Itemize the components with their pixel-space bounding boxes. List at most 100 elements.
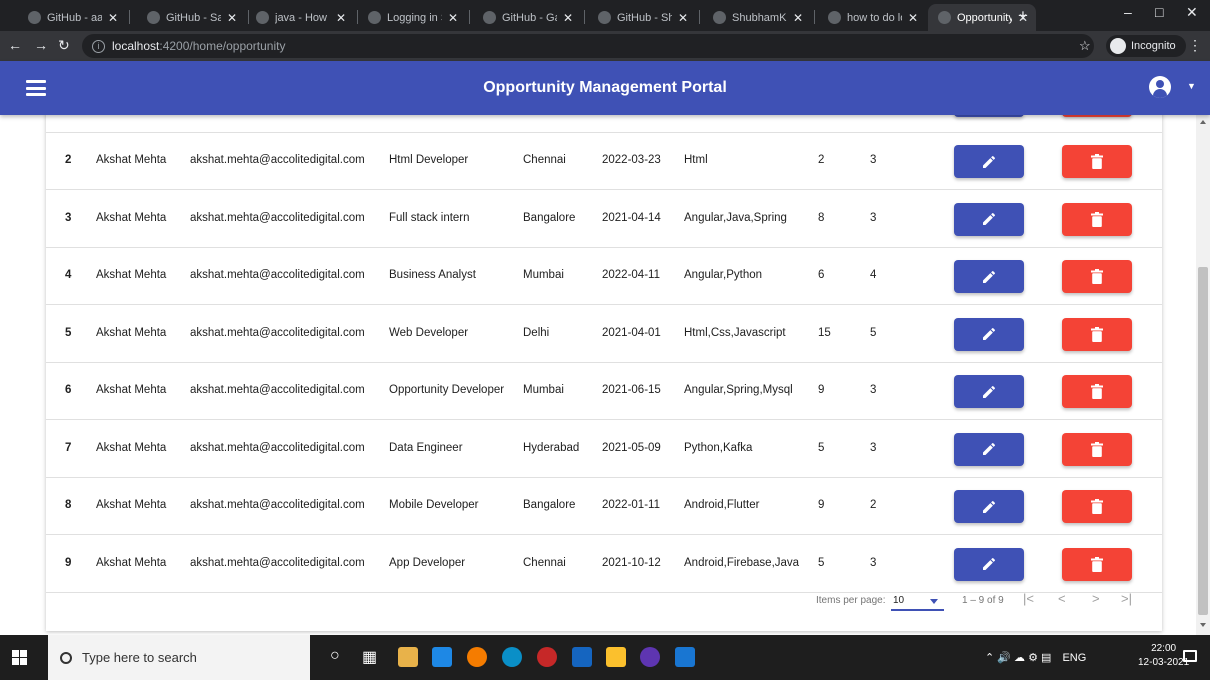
file-explorer-icon[interactable] xyxy=(606,647,626,667)
reload-icon[interactable]: ↻ xyxy=(58,37,70,54)
chrome-icon[interactable] xyxy=(467,647,487,667)
browser-tab[interactable]: how to do logg ✕ xyxy=(818,4,926,31)
paginator: Items per page: 10 1 – 9 of 9 |< < > >| xyxy=(46,574,1162,631)
mail-icon[interactable] xyxy=(432,647,452,667)
browser-tab[interactable]: GitHub - aagar ✕ xyxy=(18,4,126,31)
page-scrollbar[interactable] xyxy=(1196,115,1210,635)
browser-tab[interactable]: GitHub - Sanya ✕ xyxy=(137,4,245,31)
close-tab-icon[interactable]: ✕ xyxy=(336,11,346,25)
minimize-icon[interactable]: – xyxy=(1124,4,1132,20)
close-tab-icon[interactable]: ✕ xyxy=(908,11,918,25)
taskbar-search-box[interactable]: Type here to search xyxy=(48,635,310,680)
cell-value-b: 3 xyxy=(870,211,877,224)
edit-button[interactable] xyxy=(954,375,1024,408)
browser-tab-title: GitHub - Gaura xyxy=(502,11,557,24)
windows-start-icon[interactable] xyxy=(12,650,27,665)
account-dropdown-caret-icon[interactable]: ▼ xyxy=(1187,81,1196,91)
cell-date: 2022-03-23 xyxy=(602,154,661,166)
scroll-up-arrow-icon[interactable] xyxy=(1200,120,1206,124)
delete-button[interactable] xyxy=(1062,115,1132,117)
cell-value-a: 9 xyxy=(818,499,825,511)
previous-page-icon[interactable]: < xyxy=(1058,591,1066,606)
delete-button[interactable] xyxy=(1062,432,1132,466)
delete-button[interactable] xyxy=(1062,317,1132,351)
pencil-icon xyxy=(983,557,996,570)
browser-tab[interactable]: java - How do ✕ xyxy=(246,4,354,31)
browser-tab[interactable]: ShubhamKuma ✕ xyxy=(703,4,811,31)
system-tray-icons[interactable]: ⌃ 🔊 ☁ ⚙ ▤ xyxy=(985,652,1051,664)
cell-skills: Angular,Python xyxy=(684,269,763,281)
incognito-badge[interactable]: Incognito xyxy=(1106,35,1186,57)
browser-tab[interactable]: GitHub - Shubh ✕ xyxy=(588,4,696,31)
close-tab-icon[interactable]: ✕ xyxy=(227,11,237,25)
page-size-select[interactable]: 10 xyxy=(891,589,944,611)
browser-tab[interactable]: Logging in Spr ✕ xyxy=(358,4,466,31)
pencil-icon xyxy=(983,155,996,168)
account-circle-icon[interactable] xyxy=(1149,76,1171,98)
cell-skills: Angular,Spring,Mysql xyxy=(684,384,793,396)
vscode-icon[interactable] xyxy=(675,647,695,667)
cell-skills: Android,Flutter xyxy=(684,499,760,511)
site-info-icon[interactable]: i xyxy=(92,39,105,53)
edit-button[interactable] xyxy=(954,490,1024,523)
browser-tab[interactable]: GitHub - Gaura ✕ xyxy=(473,4,581,31)
cell-value-b: 4 xyxy=(870,269,877,281)
address-bar[interactable]: i localhost:4200/home/opportunity xyxy=(82,34,1094,58)
maximize-icon[interactable]: □ xyxy=(1155,4,1163,20)
next-page-icon[interactable]: > xyxy=(1092,591,1100,606)
page-range-label: 1 – 9 of 9 xyxy=(962,595,1004,606)
tab-separator xyxy=(129,10,130,24)
close-tab-icon[interactable]: ✕ xyxy=(108,11,118,25)
edit-button[interactable] xyxy=(954,260,1024,293)
scrollbar-thumb[interactable] xyxy=(1198,267,1208,615)
cortana-icon[interactable]: ○ xyxy=(330,647,340,665)
eclipse-icon[interactable] xyxy=(640,647,660,667)
app-title: Opportunity Management Portal xyxy=(483,79,727,96)
taskbar-clock[interactable]: 22:00 12-03-2021 xyxy=(1138,642,1189,670)
notification-center-icon[interactable] xyxy=(1183,650,1197,662)
delete-button[interactable] xyxy=(1062,490,1132,523)
close-window-icon[interactable]: ✕ xyxy=(1186,4,1198,21)
delete-button[interactable] xyxy=(1062,202,1132,236)
trash-icon xyxy=(1091,211,1103,227)
edit-button[interactable] xyxy=(954,317,1024,351)
cell-date: 2021-06-15 xyxy=(602,384,661,396)
edit-button[interactable] xyxy=(954,145,1024,178)
photos-icon[interactable] xyxy=(572,647,592,667)
browser-menu-icon[interactable]: ⋮ xyxy=(1188,37,1202,54)
table-row: 8 Akshat Mehta akshat.mehta@accolitedigita… xyxy=(46,478,1162,535)
delete-button[interactable] xyxy=(1062,375,1132,408)
items-per-page-label: Items per page: xyxy=(816,595,886,606)
cell-name: Akshat Mehta xyxy=(96,211,167,224)
cell-email: akshat.mehta@accolitedigital.com xyxy=(190,441,365,454)
close-tab-icon[interactable]: ✕ xyxy=(448,11,458,25)
store-icon[interactable] xyxy=(398,647,418,667)
cell-location: Mumbai xyxy=(523,384,564,396)
close-tab-icon[interactable]: ✕ xyxy=(563,11,573,25)
browser-tab-title: GitHub - Sanya xyxy=(166,11,221,24)
new-tab-icon[interactable]: + xyxy=(1018,6,1028,26)
edge-icon[interactable] xyxy=(502,647,522,667)
scroll-down-arrow-icon[interactable] xyxy=(1200,623,1206,627)
language-indicator[interactable]: ENG xyxy=(1062,652,1086,664)
delete-button[interactable] xyxy=(1062,260,1132,293)
cell-skills: Html xyxy=(684,154,708,166)
delete-button[interactable] xyxy=(1062,145,1132,178)
close-tab-icon[interactable]: ✕ xyxy=(678,11,688,25)
table-row-partial xyxy=(46,115,1162,133)
chrome-incognito-icon[interactable] xyxy=(537,647,557,667)
last-page-icon[interactable]: >| xyxy=(1121,591,1132,606)
edit-button[interactable] xyxy=(954,432,1024,466)
cell-name: Akshat Mehta xyxy=(96,384,167,396)
edit-button[interactable] xyxy=(954,115,1024,117)
cell-name: Akshat Mehta xyxy=(96,441,167,454)
forward-icon[interactable]: → xyxy=(34,37,48,53)
first-page-icon[interactable]: |< xyxy=(1023,591,1034,606)
close-tab-icon[interactable]: ✕ xyxy=(793,11,803,25)
back-icon[interactable]: ← xyxy=(8,37,22,53)
bookmark-star-icon[interactable]: ☆ xyxy=(1079,38,1091,54)
select-arrow-icon xyxy=(930,599,938,604)
edit-button[interactable] xyxy=(954,202,1024,236)
cell-email: akshat.mehta@accolitedigital.com xyxy=(190,499,365,511)
task-view-icon[interactable]: ▦ xyxy=(362,647,377,667)
